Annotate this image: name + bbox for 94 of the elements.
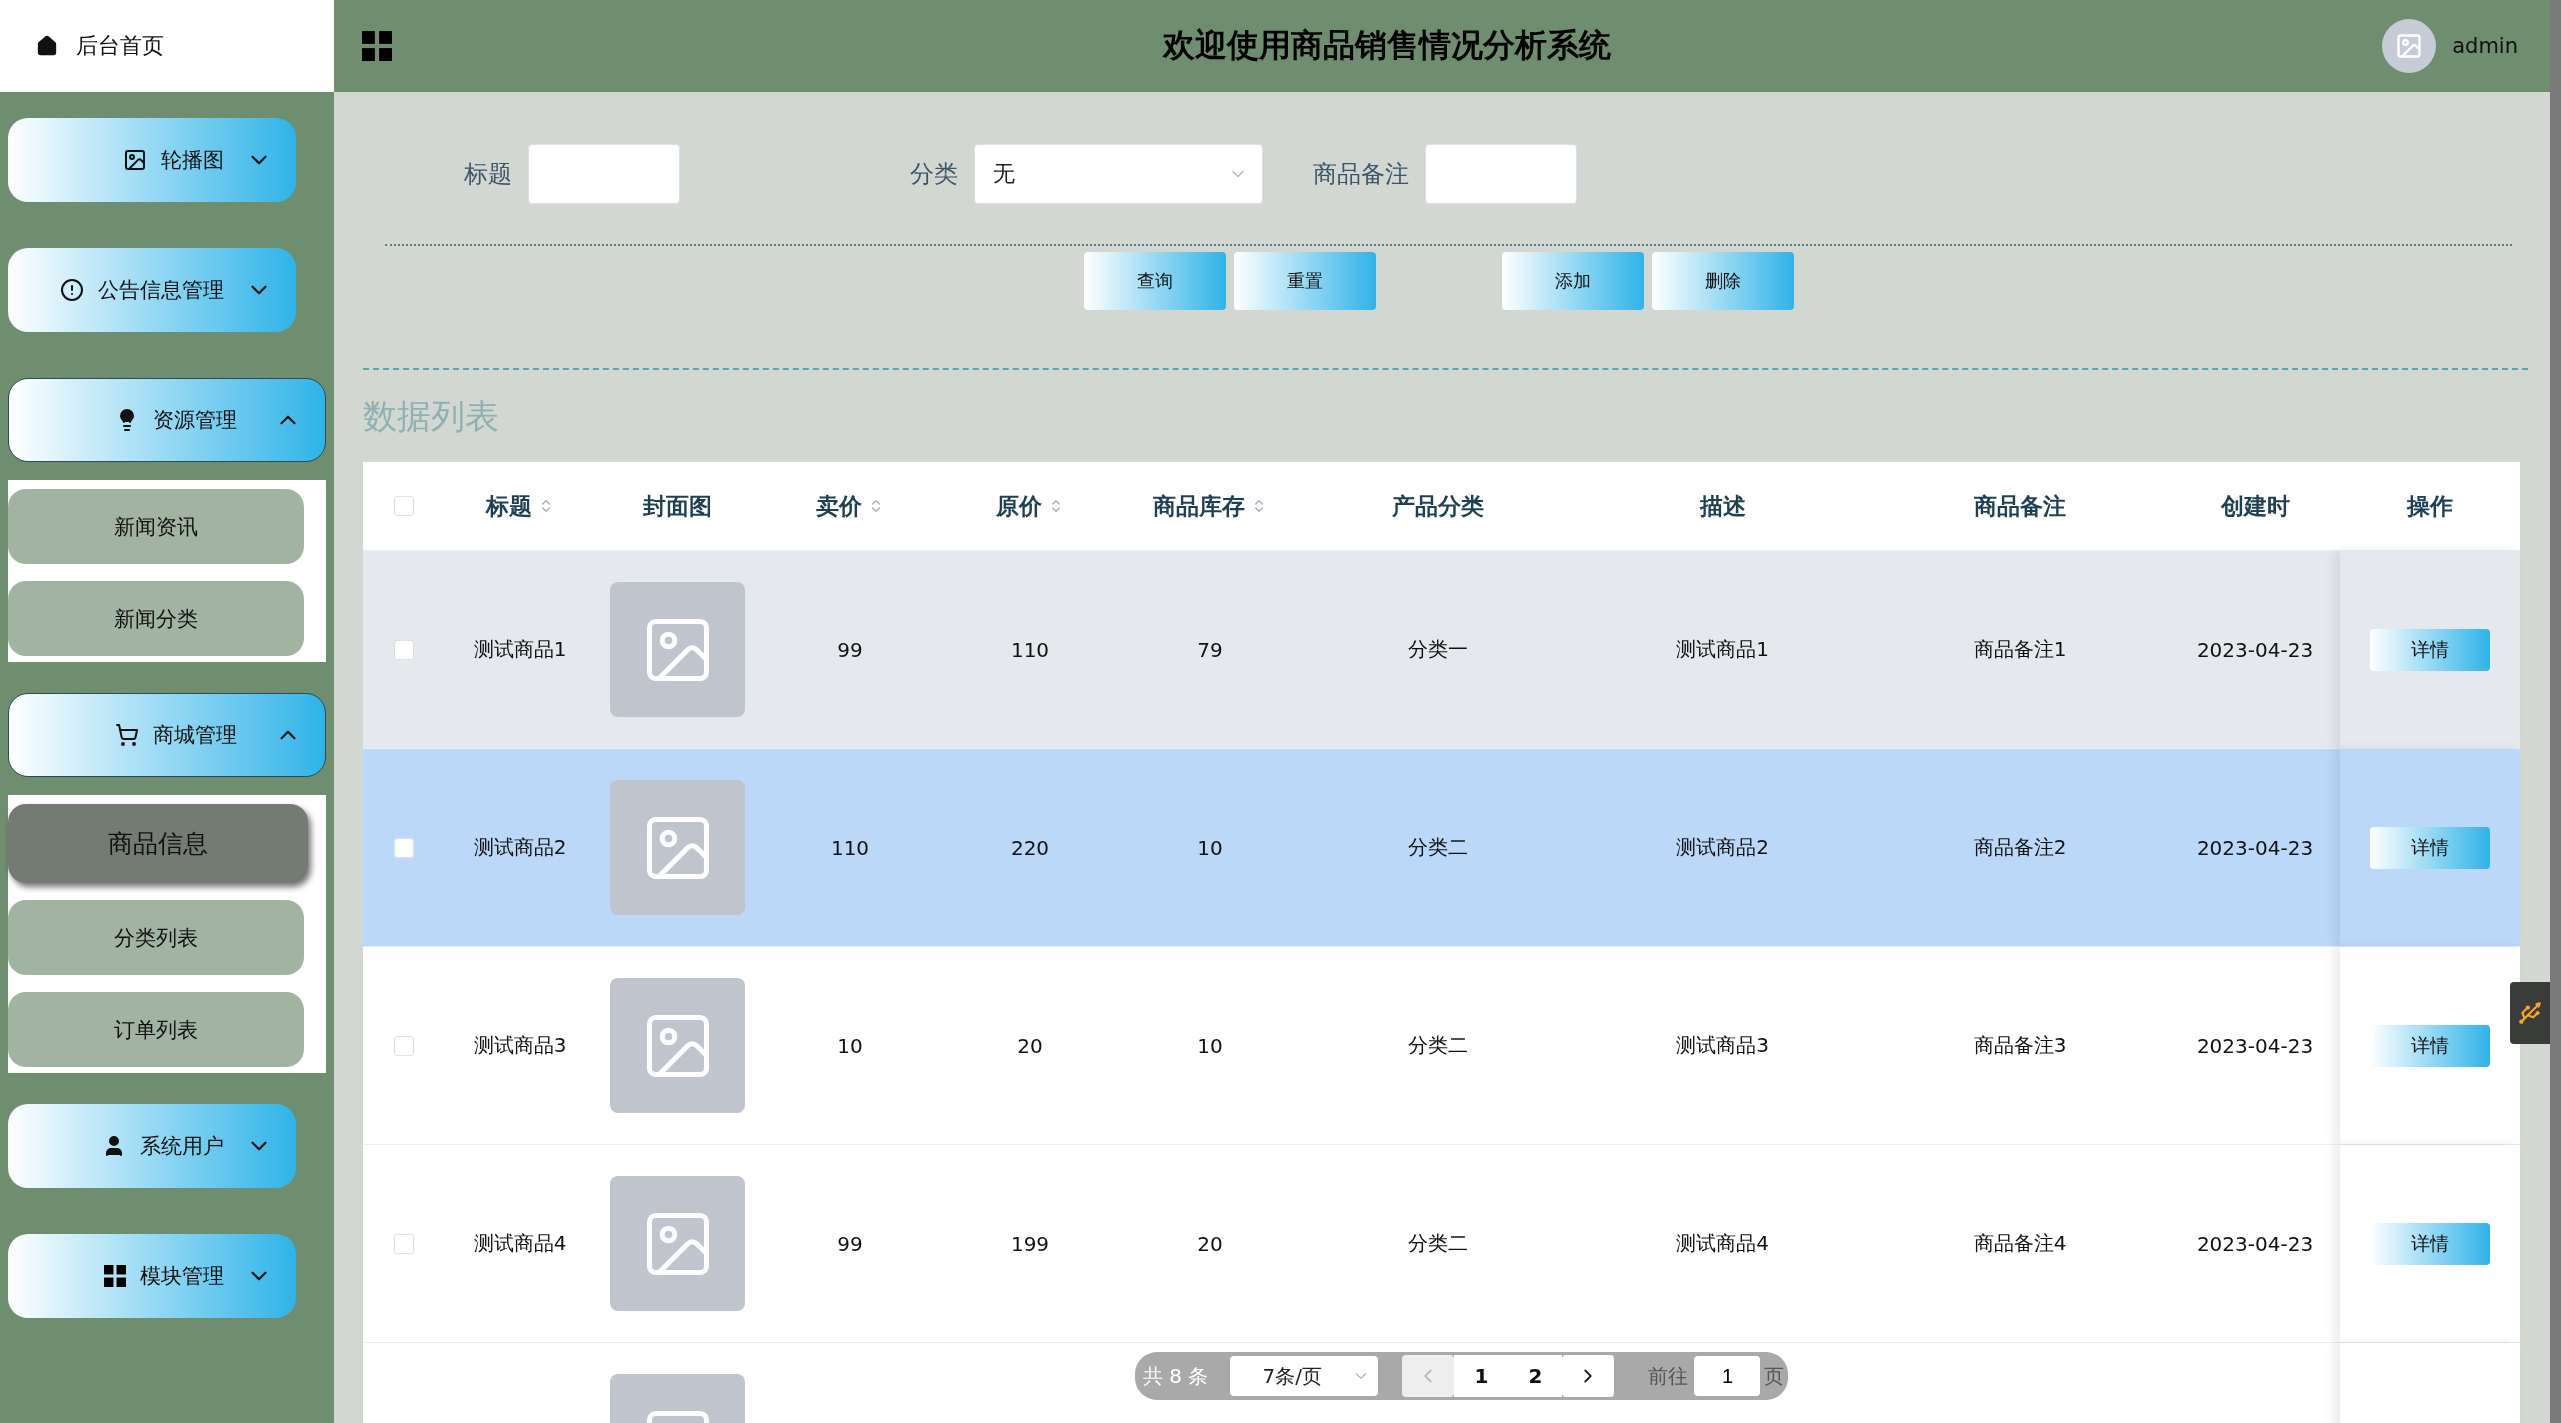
table-cell: 商品备注2 <box>1973 834 2067 861</box>
scrollbar[interactable] <box>2550 0 2561 1423</box>
filter-label: 商品备注 <box>1313 159 1409 190</box>
filter-label: 标题 <box>464 159 512 190</box>
action-button[interactable]: 重置 <box>1233 252 1376 310</box>
table-cell: 110 <box>1010 637 1050 662</box>
category-select[interactable]: 无 <box>974 144 1263 204</box>
page-title: 欢迎使用商品销售情况分析系统 <box>1161 25 1613 66</box>
detail-button[interactable]: 详情 <box>2370 1024 2490 1067</box>
page-number[interactable]: 1 <box>1454 1355 1509 1397</box>
table-cell: 10 <box>1197 1033 1223 1058</box>
filter-label: 分类 <box>910 159 958 190</box>
column-header: 描述 <box>1699 491 1746 521</box>
table-cell: 79 <box>1197 637 1223 662</box>
table-cell: 10 <box>837 1033 863 1058</box>
detail-button[interactable]: 详情 <box>2370 628 2490 671</box>
submenu-item[interactable]: 分类列表 <box>8 900 304 975</box>
filter-input[interactable] <box>1425 144 1577 204</box>
usb-widget[interactable] <box>2510 982 2550 1044</box>
filter-input[interactable] <box>528 144 680 204</box>
sidebar-menu[interactable]: 模块管理 <box>8 1234 296 1318</box>
row-checkbox[interactable] <box>394 1233 414 1254</box>
table-cell: 10 <box>1197 835 1223 860</box>
table-cell: 220 <box>1010 835 1050 860</box>
table-cell: 测试商品4 <box>1676 1230 1769 1257</box>
table-cell: 测试商品2 <box>473 834 567 861</box>
image-icon <box>123 148 147 172</box>
home-icon <box>36 35 58 57</box>
detail-button[interactable]: 详情 <box>2370 826 2490 869</box>
table-cell: 2023-04-23 <box>2196 1033 2314 1058</box>
column-header: 原价 <box>996 491 1042 521</box>
column-header: 操作 <box>2407 491 2453 521</box>
action-button[interactable]: 删除 <box>1651 252 1794 310</box>
table-cell: 2023-04-23 <box>2196 835 2314 860</box>
menu-icon <box>362 31 392 61</box>
cart-icon <box>115 723 139 747</box>
table-cell: 110 <box>830 835 870 860</box>
submenu-item[interactable]: 商品信息 <box>8 804 308 883</box>
detail-button[interactable]: 详情 <box>2370 1222 2490 1265</box>
avatar[interactable] <box>2382 19 2437 73</box>
column-header: 商品备注 <box>1974 491 2066 521</box>
action-button[interactable]: 查询 <box>1083 252 1226 310</box>
table-cell: 99 <box>837 1231 863 1256</box>
table-cell: 分类一 <box>1407 636 1468 663</box>
usb-icon <box>2517 1000 2543 1026</box>
table-cell: 商品备注4 <box>1973 1230 2067 1257</box>
action-button[interactable]: 添加 <box>1501 252 1644 310</box>
page-size-select[interactable]: 7条/页 <box>1230 1356 1379 1396</box>
table-cell: 20 <box>1017 1033 1043 1058</box>
grid-icon <box>104 1265 126 1287</box>
table-cell: 20 <box>1197 1231 1223 1256</box>
table-cell: 199 <box>1010 1231 1050 1256</box>
table-cell: 2023-04-23 <box>2196 637 2314 662</box>
table-cell: 测试商品3 <box>1676 1032 1769 1059</box>
column-header: 产品分类 <box>1391 491 1484 521</box>
home-link[interactable]: 后台首页 <box>0 0 334 92</box>
sidebar-menu[interactable]: 公告信息管理 <box>8 248 296 332</box>
next-page-button[interactable] <box>1562 1355 1615 1397</box>
column-header: 商品库存 <box>1153 491 1245 521</box>
select-all-checkbox[interactable] <box>394 496 414 516</box>
table-cell: 测试商品2 <box>1676 834 1769 861</box>
table-cell: 测试商品4 <box>473 1230 567 1257</box>
sidebar-menu[interactable]: 资源管理 <box>8 378 326 462</box>
submenu-item[interactable]: 订单列表 <box>8 992 304 1067</box>
table-cell: 商品备注1 <box>1973 636 2067 663</box>
page-number[interactable]: 2 <box>1508 1355 1563 1397</box>
row-checkbox[interactable] <box>394 837 414 858</box>
submenu-item[interactable]: 新闻分类 <box>8 581 304 656</box>
list-title: 数据列表 <box>363 395 500 438</box>
page-unit: 页 <box>1764 1362 1785 1390</box>
total-count: 共 8 条 <box>1143 1362 1209 1390</box>
goto-input[interactable]: 1 <box>1694 1356 1761 1396</box>
column-header: 创建时 <box>2220 491 2290 521</box>
row-checkbox[interactable] <box>394 1035 414 1056</box>
sidebar-menu[interactable]: 商城管理 <box>8 693 326 777</box>
table-cell: 2023-04-23 <box>2196 1231 2314 1256</box>
sidebar-menu[interactable]: 轮播图 <box>8 118 296 202</box>
submenu-item[interactable]: 新闻资讯 <box>8 489 304 564</box>
user-name: admin <box>2452 34 2518 58</box>
sidebar-menu[interactable]: 系统用户 <box>8 1104 296 1188</box>
table-cell: 99 <box>837 637 863 662</box>
table-cell: 测试商品3 <box>473 1032 567 1059</box>
column-header: 封面图 <box>643 491 712 521</box>
table-cell: 测试商品1 <box>473 636 567 663</box>
column-header: 标题 <box>486 491 532 521</box>
table-cell: 分类二 <box>1407 1032 1468 1059</box>
table-cell: 商品备注3 <box>1973 1032 2067 1059</box>
table-cell: 测试商品1 <box>1676 636 1769 663</box>
column-header: 卖价 <box>816 491 862 521</box>
row-checkbox[interactable] <box>394 639 414 660</box>
goto-label: 前往 <box>1648 1362 1689 1390</box>
table-cell: 分类二 <box>1407 1230 1468 1257</box>
alert-icon <box>60 278 84 302</box>
table-cell: 分类二 <box>1407 834 1468 861</box>
